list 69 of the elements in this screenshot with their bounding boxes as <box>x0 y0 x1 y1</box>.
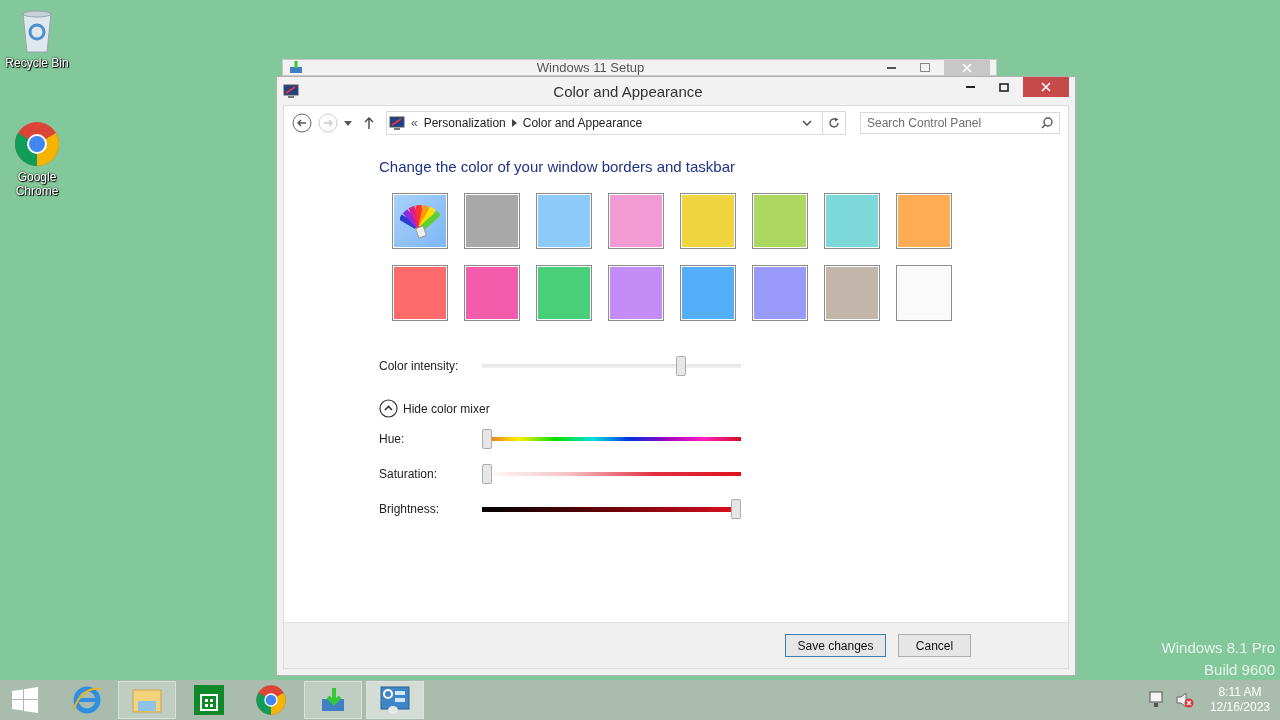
search-icon[interactable] <box>1041 117 1053 129</box>
window-title: Color and Appearance <box>552 82 704 100</box>
slider-thumb[interactable] <box>676 356 687 376</box>
close-icon <box>1041 82 1051 92</box>
setup-icon <box>289 60 303 74</box>
store-icon <box>194 685 224 715</box>
slider-label: Color intensity: <box>379 359 460 373</box>
muted-speaker-icon[interactable] <box>1175 691 1194 709</box>
windows-logo-icon <box>12 687 38 713</box>
color-swatch[interactable] <box>752 193 808 249</box>
save-button[interactable]: Save changes <box>785 634 886 657</box>
network-icon[interactable] <box>1147 691 1166 709</box>
color-swatch[interactable] <box>392 265 448 321</box>
color-swatch[interactable] <box>752 265 808 321</box>
color-swatch[interactable] <box>608 193 664 249</box>
slider-label: Saturation: <box>379 467 439 481</box>
chrome-icon <box>13 120 61 168</box>
control-panel-icon <box>379 685 411 715</box>
cancel-button[interactable]: Cancel <box>898 634 971 657</box>
maximize-icon <box>998 82 1009 92</box>
slider-label: Brightness: <box>379 502 441 516</box>
up-button[interactable] <box>364 117 374 129</box>
back-button[interactable] <box>292 113 312 133</box>
breadcrumb[interactable]: Color and Appearance <box>522 116 643 130</box>
folder-icon <box>132 687 162 713</box>
breadcrumb-separator-icon[interactable] <box>511 119 517 127</box>
color-swatch[interactable] <box>464 193 520 249</box>
minimize-icon <box>966 86 975 88</box>
slider-label: Hue: <box>379 432 406 446</box>
color-mixer-toggle[interactable]: Hide color mixer <box>379 399 1068 418</box>
maximize-icon <box>919 63 930 72</box>
taskbar-app-button[interactable] <box>366 681 424 719</box>
address-dropdown-icon[interactable] <box>802 120 812 126</box>
color-swatch[interactable] <box>824 265 880 321</box>
slider-thumb[interactable] <box>482 464 492 484</box>
slider-thumb[interactable] <box>731 499 741 519</box>
close-button[interactable] <box>1023 77 1069 97</box>
page-heading: Change the color of your window borders and taskbar <box>379 158 737 175</box>
edition-text: Build 9600 <box>1204 661 1275 678</box>
color-swatch[interactable] <box>896 193 952 249</box>
control-panel-icon <box>283 83 299 99</box>
address-bar[interactable]: « Personalization Color and Appearance <box>386 111 846 135</box>
refresh-icon[interactable] <box>828 117 840 129</box>
edition-text: Windows 8.1 Pro <box>1161 639 1275 656</box>
control-panel-icon <box>389 115 405 131</box>
color-swatch[interactable] <box>536 193 592 249</box>
color-swatch[interactable] <box>680 265 736 321</box>
automatic-color-swatch[interactable] <box>392 193 448 249</box>
ie-icon <box>72 685 102 715</box>
color-swatch[interactable] <box>608 265 664 321</box>
chevron-up-icon <box>379 399 398 418</box>
minimize-icon <box>887 66 896 69</box>
recent-pages-dropdown[interactable] <box>344 120 352 126</box>
taskbar-app-button[interactable] <box>304 681 362 719</box>
clock-date: 12/16/2023 <box>1209 700 1270 715</box>
search-field[interactable]: Search Control Panel <box>860 112 1060 134</box>
chrome-icon <box>255 684 287 716</box>
color-swatch[interactable] <box>464 265 520 321</box>
color-swatch[interactable] <box>824 193 880 249</box>
color-swatch[interactable] <box>536 265 592 321</box>
close-icon <box>962 62 972 73</box>
recycle-bin-icon <box>19 8 55 54</box>
overflow-chevron[interactable]: « <box>411 116 418 130</box>
color-swatch[interactable] <box>680 193 736 249</box>
slider-thumb[interactable] <box>482 429 492 449</box>
clock-time: 8:11 AM <box>1218 685 1262 700</box>
window-title: Windows 11 Setup <box>535 60 646 75</box>
breadcrumb[interactable]: Personalization <box>423 116 506 130</box>
color-swatch[interactable] <box>896 265 952 321</box>
